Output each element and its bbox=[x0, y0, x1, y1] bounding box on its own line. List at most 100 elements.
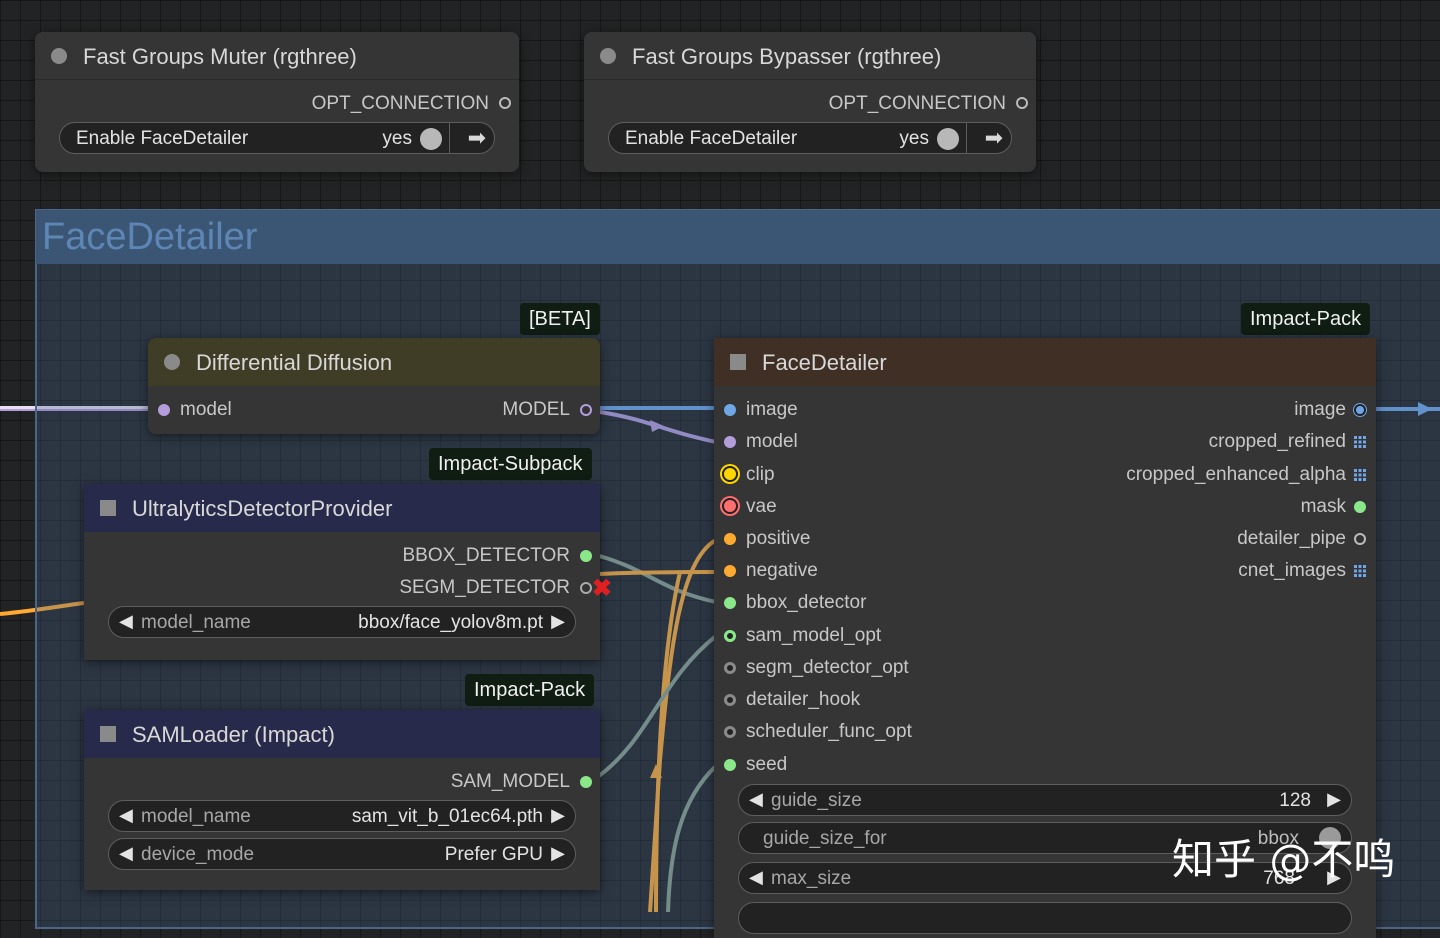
model-name-combo[interactable]: ◀ model_name bbox/face_yolov8m.pt ▶ bbox=[108, 606, 576, 638]
arrow-left-icon[interactable]: ◀ bbox=[749, 867, 763, 888]
widget-name: guide_size_for bbox=[763, 828, 887, 849]
widget-name: guide_size bbox=[771, 790, 862, 811]
collapse-dot-icon[interactable] bbox=[600, 48, 616, 64]
output-port-model[interactable] bbox=[580, 404, 592, 416]
separator bbox=[449, 123, 450, 153]
arrow-right-icon[interactable]: ▶ bbox=[551, 805, 565, 826]
beta-badge: [BETA] bbox=[520, 303, 600, 335]
input-port-detailer-hook[interactable] bbox=[724, 694, 736, 706]
toggle-enable-facedetailer[interactable]: Enable FaceDetailer yes ➡ bbox=[59, 122, 495, 154]
input-label-vae: vae bbox=[746, 496, 777, 517]
arrow-left-icon[interactable]: ◀ bbox=[119, 805, 133, 826]
output-label: OPT_CONNECTION bbox=[311, 93, 489, 114]
guide-size-number[interactable]: ◀ guide_size 128 ▶ bbox=[738, 784, 1352, 816]
next-widget-partial[interactable] bbox=[738, 902, 1352, 934]
toggle-label: Enable FaceDetailer bbox=[625, 128, 798, 149]
output-port-bbox-detector[interactable] bbox=[580, 550, 592, 562]
toggle-value: yes bbox=[899, 128, 929, 149]
node-header[interactable]: UltralyticsDetectorProvider bbox=[84, 484, 600, 532]
collapse-square-icon[interactable] bbox=[730, 354, 746, 370]
node-header[interactable]: Fast Groups Bypasser (rgthree) bbox=[584, 32, 1036, 80]
input-label-seed: seed bbox=[746, 754, 788, 775]
impact-pack-badge-fd: Impact-Pack bbox=[1241, 303, 1371, 335]
input-port-segm-detector-opt[interactable] bbox=[724, 662, 736, 674]
input-label-sam-model-opt: sam_model_opt bbox=[746, 625, 882, 646]
input-label-bbox-detector: bbox_detector bbox=[746, 592, 867, 613]
node-header[interactable]: SAMLoader (Impact) bbox=[84, 710, 600, 758]
watermark: 知乎 @不鸣 bbox=[1172, 835, 1396, 884]
arrow-right-icon[interactable]: ▶ bbox=[551, 843, 565, 864]
input-port-seed[interactable] bbox=[724, 759, 736, 771]
output-label-model: MODEL bbox=[502, 399, 570, 420]
toggle-label: Enable FaceDetailer bbox=[76, 128, 249, 149]
output-port-detailer-pipe[interactable] bbox=[1354, 533, 1366, 545]
toggle-knob[interactable] bbox=[937, 128, 959, 150]
input-label-positive: positive bbox=[746, 528, 811, 549]
widget-value: bbox/face_yolov8m.pt bbox=[358, 612, 543, 633]
differential-diffusion-node[interactable]: Differential Diffusion model MODEL bbox=[148, 338, 600, 434]
disconnected-x-icon: ✖ bbox=[591, 575, 612, 602]
input-port-negative[interactable] bbox=[724, 565, 736, 577]
samloader-node[interactable]: SAMLoader (Impact) SAM_MODEL ◀ model_nam… bbox=[84, 710, 600, 890]
output-port[interactable] bbox=[1016, 97, 1028, 109]
output-port-image[interactable] bbox=[1354, 404, 1366, 416]
list-grid-icon[interactable] bbox=[1354, 469, 1366, 481]
input-port-positive[interactable] bbox=[724, 533, 736, 545]
device-mode-combo[interactable]: ◀ device_mode Prefer GPU ▶ bbox=[108, 838, 576, 870]
node-title: Fast Groups Bypasser (rgthree) bbox=[632, 44, 942, 69]
toggle-knob[interactable] bbox=[420, 128, 442, 150]
node-title: Fast Groups Muter (rgthree) bbox=[83, 44, 357, 69]
output-port-segm-detector[interactable] bbox=[580, 582, 592, 594]
output-label-mask: mask bbox=[1300, 496, 1346, 517]
input-port-vae[interactable] bbox=[722, 498, 738, 514]
input-port-clip[interactable] bbox=[722, 466, 738, 482]
widget-value: Prefer GPU bbox=[444, 844, 543, 865]
arrow-left-icon[interactable]: ◀ bbox=[119, 611, 133, 632]
collapse-square-icon[interactable] bbox=[100, 726, 116, 742]
ultralytics-detector-provider-node[interactable]: UltralyticsDetectorProvider BBOX_DETECTO… bbox=[84, 484, 612, 660]
output-label-sam-model: SAM_MODEL bbox=[450, 771, 570, 792]
collapse-dot-icon[interactable] bbox=[51, 48, 67, 64]
impact-subpack-badge: Impact-Subpack bbox=[429, 448, 592, 480]
input-label-model: model bbox=[180, 399, 232, 420]
arrow-right-icon[interactable]: ➡ bbox=[985, 125, 1003, 151]
node-header[interactable]: FaceDetailer bbox=[714, 338, 1376, 386]
input-port-model[interactable] bbox=[724, 436, 736, 448]
arrow-right-icon[interactable]: ➡ bbox=[468, 125, 486, 151]
node-header[interactable]: Fast Groups Muter (rgthree) bbox=[35, 32, 519, 80]
collapse-square-icon[interactable] bbox=[100, 500, 116, 516]
input-label-clip: clip bbox=[746, 464, 775, 485]
output-label: OPT_CONNECTION bbox=[828, 93, 1006, 114]
arrow-left-icon[interactable]: ◀ bbox=[119, 843, 133, 864]
output-port[interactable] bbox=[499, 97, 511, 109]
arrow-right-icon[interactable]: ▶ bbox=[551, 611, 565, 632]
list-grid-icon[interactable] bbox=[1354, 436, 1366, 448]
fast-groups-bypasser-node[interactable]: Fast Groups Bypasser (rgthree) OPT_CONNE… bbox=[584, 32, 1036, 172]
input-port-bbox-detector[interactable] bbox=[724, 597, 736, 609]
arrow-right-icon[interactable]: ▶ bbox=[1327, 789, 1341, 810]
input-label-model: model bbox=[746, 431, 798, 452]
output-port-mask[interactable] bbox=[1354, 501, 1366, 513]
toggle-value: yes bbox=[382, 128, 412, 149]
input-port-model[interactable] bbox=[158, 404, 170, 416]
group-title-bar[interactable]: FaceDetailer bbox=[36, 210, 1440, 264]
input-port-scheduler-func-opt[interactable] bbox=[724, 726, 736, 738]
output-port-sam-model[interactable] bbox=[580, 776, 592, 788]
output-label-segm-detector: SEGM_DETECTOR bbox=[399, 577, 570, 598]
node-header[interactable]: Differential Diffusion bbox=[148, 338, 600, 386]
output-label-image: image bbox=[1294, 399, 1346, 420]
toggle-enable-facedetailer[interactable]: Enable FaceDetailer yes ➡ bbox=[608, 122, 1012, 154]
input-label-image: image bbox=[746, 399, 798, 420]
output-label-detailer-pipe: detailer_pipe bbox=[1237, 528, 1346, 549]
node-title: FaceDetailer bbox=[762, 350, 887, 375]
output-label-cropped-enhanced-alpha: cropped_enhanced_alpha bbox=[1126, 464, 1346, 485]
model-name-combo[interactable]: ◀ model_name sam_vit_b_01ec64.pth ▶ bbox=[108, 800, 576, 832]
input-port-sam-model-opt[interactable] bbox=[724, 630, 736, 642]
output-label-cropped-refined: cropped_refined bbox=[1208, 431, 1346, 452]
input-port-image[interactable] bbox=[724, 404, 736, 416]
widget-name: model_name bbox=[141, 612, 251, 633]
arrow-left-icon[interactable]: ◀ bbox=[749, 789, 763, 810]
collapse-dot-icon[interactable] bbox=[164, 354, 180, 370]
list-grid-icon[interactable] bbox=[1354, 565, 1366, 577]
fast-groups-muter-node[interactable]: Fast Groups Muter (rgthree) OPT_CONNECTI… bbox=[35, 32, 519, 172]
